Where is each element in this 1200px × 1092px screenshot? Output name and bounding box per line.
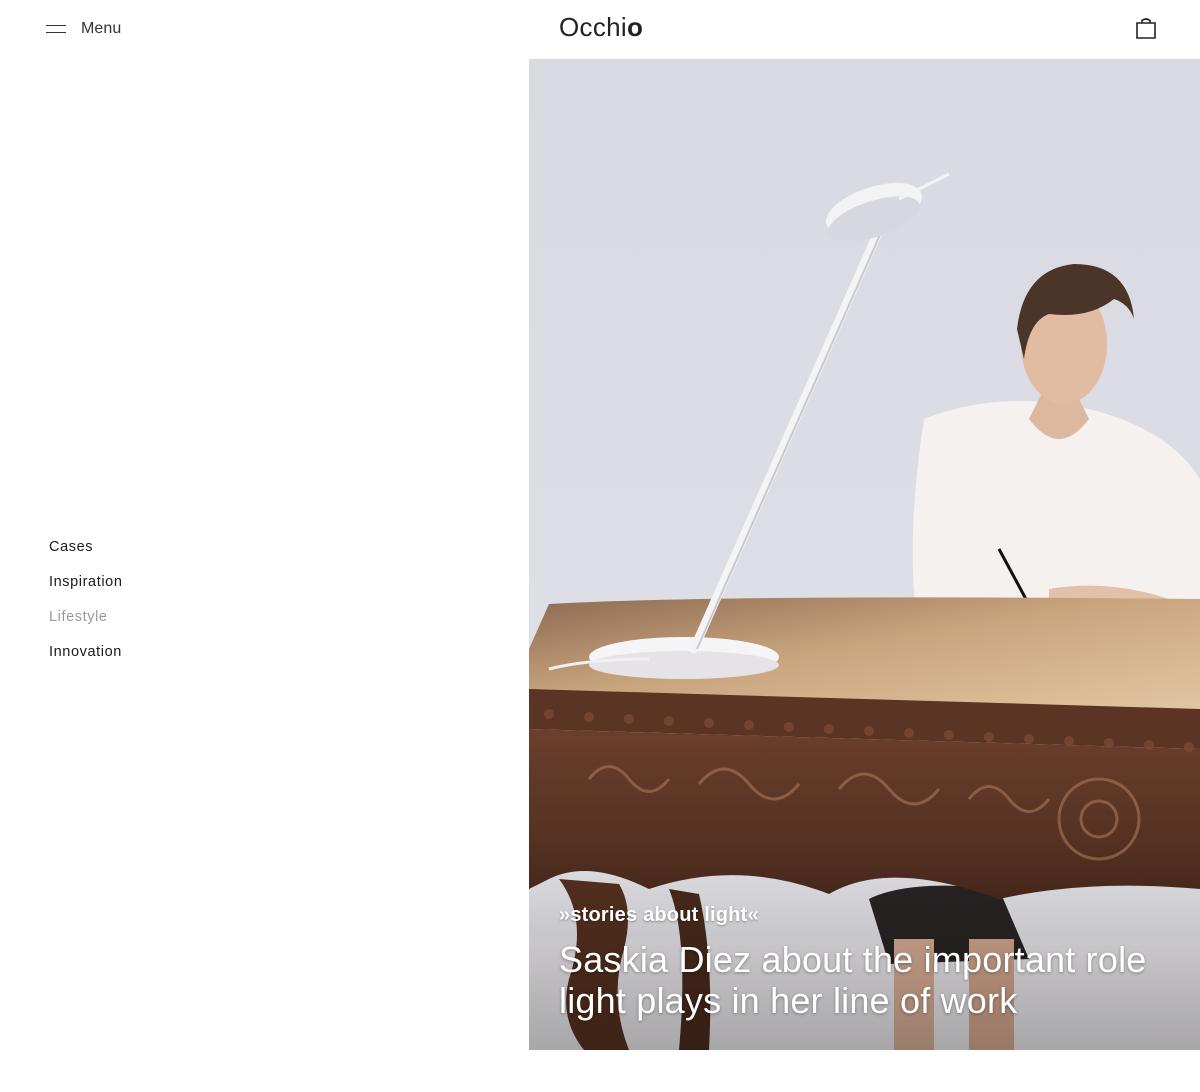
hero-story-card[interactable]: »stories about light« Saskia Diez about … bbox=[529, 59, 1200, 1050]
logo-text: Occhi bbox=[559, 12, 627, 42]
nav-item-innovation[interactable]: Innovation bbox=[49, 643, 123, 678]
nav-item-lifestyle[interactable]: Lifestyle bbox=[49, 608, 123, 643]
nav-item-inspiration[interactable]: Inspiration bbox=[49, 573, 123, 608]
site-logo[interactable]: Occhio bbox=[559, 12, 643, 43]
nav-item-cases[interactable]: Cases bbox=[49, 538, 123, 573]
site-header: Menu Occhio bbox=[0, 0, 1200, 59]
logo-bold-letter: o bbox=[626, 12, 644, 42]
hero-image bbox=[529, 59, 1200, 1050]
hero-kicker: »stories about light« bbox=[559, 904, 759, 926]
menu-button[interactable]: Menu bbox=[46, 17, 121, 41]
hero-title[interactable]: Saskia Diez about the important role lig… bbox=[559, 939, 1200, 1021]
hamburger-icon bbox=[46, 24, 66, 35]
shopping-bag-icon[interactable] bbox=[1135, 17, 1157, 39]
menu-label: Menu bbox=[81, 20, 122, 37]
category-nav: Cases Inspiration Lifestyle Innovation bbox=[49, 538, 123, 678]
